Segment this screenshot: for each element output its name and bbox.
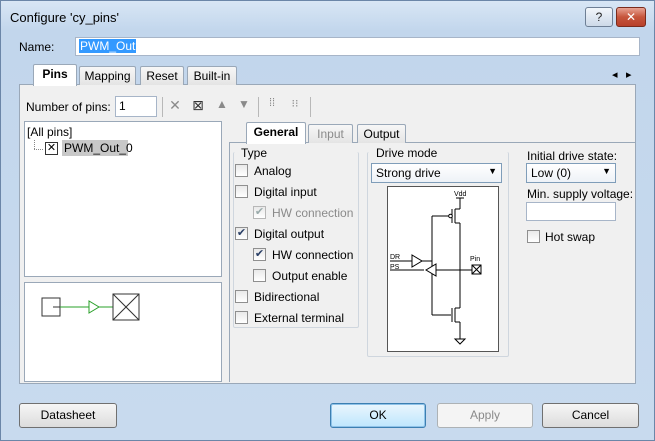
bidirectional-checkbox[interactable] xyxy=(235,290,248,303)
title-bar: Configure 'cy_pins' ? ✕ xyxy=(1,1,655,33)
close-button[interactable]: ✕ xyxy=(616,7,646,27)
move-down-icon[interactable]: ▼ xyxy=(235,97,253,111)
tab-next-icon[interactable]: ▸ xyxy=(626,68,632,81)
drive-mode-diagram: Vdd DR PS Pin xyxy=(387,186,499,352)
toolbar-separator xyxy=(310,97,311,117)
pin-tree-item[interactable]: PWM_Out_0 xyxy=(62,140,133,156)
apply-button[interactable]: Apply xyxy=(437,403,533,428)
analog-checkbox[interactable] xyxy=(235,164,248,177)
output-enable-checkbox[interactable] xyxy=(253,269,266,282)
subtab-output[interactable]: Output xyxy=(357,124,406,144)
initial-drive-value: Low (0) xyxy=(531,166,572,180)
pin-tree-root[interactable]: [All pins] xyxy=(27,125,72,139)
delete-pin-icon[interactable]: ✕ xyxy=(166,97,184,114)
analog-label: Analog xyxy=(254,164,292,178)
toolbar-separator xyxy=(162,97,163,117)
toolbar-separator xyxy=(258,97,259,117)
tab-prev-icon[interactable]: ◂ xyxy=(612,68,618,81)
digital-output-checkbox[interactable]: ✔ xyxy=(235,227,248,240)
digital-input-checkbox[interactable] xyxy=(235,185,248,198)
num-pins-input[interactable]: 1 xyxy=(115,96,157,117)
split-icon[interactable]: ⁝⁝ xyxy=(286,97,304,110)
tab-pins[interactable]: Pins xyxy=(33,64,77,86)
name-label: Name: xyxy=(19,40,55,54)
drive-schematic: Vdd DR PS Pin xyxy=(390,191,482,345)
vdd-label: Vdd xyxy=(454,191,467,198)
external-terminal-label: External terminal xyxy=(254,311,345,325)
external-terminal-checkbox[interactable] xyxy=(235,311,248,324)
min-supply-input[interactable] xyxy=(526,202,616,221)
help-button[interactable]: ? xyxy=(585,7,613,27)
tab-bottom-line xyxy=(19,383,636,384)
pin-label: Pin xyxy=(470,256,480,263)
dropdown-arrow-icon: ▼ xyxy=(602,166,611,176)
digital-input-label: Digital input xyxy=(254,185,317,199)
contiguous-icon[interactable]: ⁞⁞ xyxy=(263,97,281,109)
drive-mode-value: Strong drive xyxy=(376,166,441,180)
digital-output-hw-label: HW connection xyxy=(272,248,354,262)
ok-button[interactable]: OK xyxy=(330,403,426,428)
hot-swap-label: Hot swap xyxy=(545,230,596,244)
tab-mapping[interactable]: Mapping xyxy=(79,66,136,86)
tree-line xyxy=(34,149,43,150)
pin-icon: ✕ xyxy=(45,142,58,155)
symbol-preview-panel xyxy=(24,282,222,382)
datasheet-button[interactable]: Datasheet xyxy=(19,403,117,428)
subtab-input[interactable]: Input xyxy=(308,124,353,144)
tab-reset[interactable]: Reset xyxy=(140,66,184,86)
output-enable-label: Output enable xyxy=(272,269,348,283)
tab-built-in[interactable]: Built-in xyxy=(187,66,237,86)
bidirectional-label: Bidirectional xyxy=(254,290,320,304)
name-input[interactable]: PWM_Out xyxy=(75,37,640,56)
initial-drive-label: Initial drive state: xyxy=(527,149,618,163)
pin-alias-icon[interactable]: ⊠ xyxy=(189,97,207,114)
move-up-icon[interactable]: ▲ xyxy=(213,97,231,111)
digital-input-hw-checkbox[interactable]: ✔ xyxy=(253,206,266,219)
initial-drive-select[interactable]: Low (0) ▼ xyxy=(526,163,616,183)
window-title: Configure 'cy_pins' xyxy=(10,10,120,25)
tree-line xyxy=(34,140,35,149)
drive-mode-select[interactable]: Strong drive ▼ xyxy=(371,163,502,183)
min-supply-label: Min. supply voltage: xyxy=(527,187,634,201)
num-pins-label: Number of pins: xyxy=(26,100,111,114)
digital-output-hw-checkbox[interactable]: ✔ xyxy=(253,248,266,261)
dropdown-arrow-icon: ▼ xyxy=(488,166,497,176)
hot-swap-checkbox[interactable] xyxy=(527,230,540,243)
pin-symbol-preview xyxy=(41,293,140,321)
subtab-general[interactable]: General xyxy=(246,122,306,144)
digital-input-hw-label: HW connection xyxy=(272,206,354,220)
cancel-button[interactable]: Cancel xyxy=(542,403,639,428)
dr-label: DR xyxy=(390,254,400,261)
digital-output-label: Digital output xyxy=(254,227,325,241)
name-value: PWM_Out xyxy=(79,39,137,53)
